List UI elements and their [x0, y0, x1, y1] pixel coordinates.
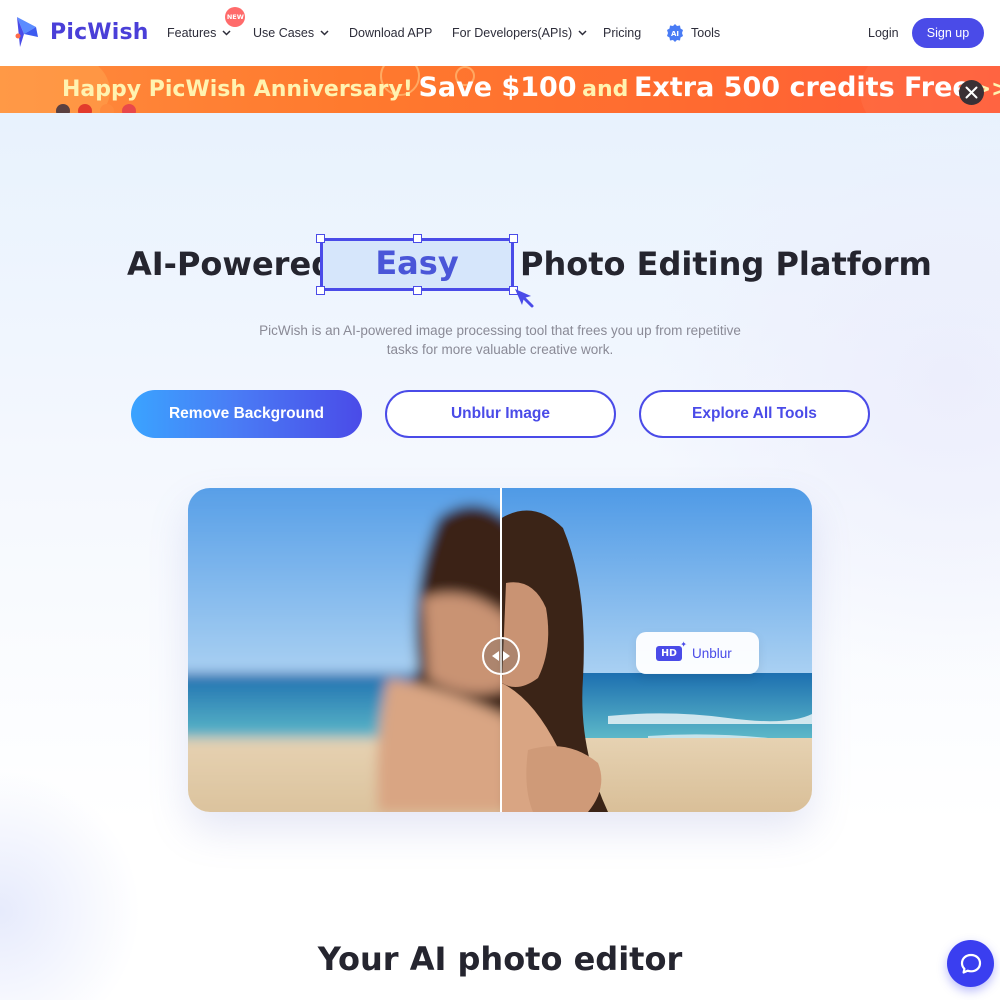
- banner-text: Happy PicWish Anniversary! Save $100 and…: [62, 72, 1000, 103]
- close-icon: [965, 86, 978, 99]
- comparison-slider-handle[interactable]: [482, 637, 520, 675]
- chevron-down-icon: [222, 30, 231, 36]
- banner-decoration: [100, 104, 114, 113]
- headline-left: AI-Powered: [127, 245, 335, 283]
- nav-use-cases-label: Use Cases: [253, 26, 315, 40]
- login-link[interactable]: Login: [868, 26, 899, 40]
- picwish-logo-icon: [15, 17, 38, 47]
- logo-text: PicWish: [50, 19, 149, 45]
- chat-icon: [960, 953, 981, 974]
- banner-text-part1: Happy PicWish Anniversary!: [62, 77, 413, 102]
- resize-handle: [413, 234, 422, 243]
- remove-background-button[interactable]: Remove Background: [131, 390, 362, 438]
- svg-text:AI: AI: [671, 30, 679, 38]
- banner-decoration: [78, 104, 92, 113]
- nav-pricing-label: Pricing: [603, 26, 642, 40]
- nav-pricing[interactable]: Pricing: [603, 26, 641, 40]
- nav-use-cases[interactable]: Use Cases: [253, 26, 329, 40]
- headline-right: Photo Editing Platform: [520, 245, 932, 283]
- unblur-image-button[interactable]: Unblur Image: [385, 390, 616, 438]
- headline-highlight-box: Easy: [320, 238, 514, 291]
- nav-tools-label: Tools: [691, 26, 721, 40]
- headline-highlight: Easy: [375, 243, 459, 282]
- new-badge: NEW: [225, 7, 246, 27]
- unblur-tag: HD ✦ Unblur: [636, 632, 759, 674]
- banner-decoration: [56, 104, 70, 113]
- promo-banner[interactable]: Happy PicWish Anniversary! Save $100 and…: [0, 66, 1000, 113]
- banner-decoration: [122, 104, 136, 113]
- banner-close-button[interactable]: [959, 80, 984, 105]
- cursor-arrow-icon: [515, 289, 534, 308]
- nav-features[interactable]: Features NEW: [167, 7, 246, 40]
- nav-download-app-label: Download APP: [349, 26, 433, 40]
- chevron-down-icon: [320, 30, 329, 36]
- nav-tools[interactable]: AI Tools: [665, 23, 720, 43]
- nav-developers[interactable]: For Developers(APIs): [452, 26, 587, 40]
- ai-icon: AI: [667, 24, 683, 42]
- chevron-down-icon: [578, 30, 587, 36]
- hero-subtitle: PicWish is an AI-powered image processin…: [259, 323, 741, 357]
- nav-developers-label: For Developers(APIs): [452, 26, 573, 40]
- sparkle-icon: ✦: [680, 639, 687, 649]
- section-title: Your AI photo editor: [317, 940, 683, 978]
- logo[interactable]: PicWish: [14, 15, 149, 49]
- unblur-tag-label: Unblur: [692, 645, 732, 661]
- signup-button[interactable]: Sign up: [912, 18, 984, 48]
- arrow-right-icon: [503, 651, 510, 661]
- resize-handle: [316, 286, 325, 295]
- banner-text-part3: and: [582, 77, 629, 102]
- hd-badge-text: HD: [661, 647, 677, 659]
- arrow-left-icon: [492, 651, 499, 661]
- hd-badge: HD ✦: [656, 640, 687, 661]
- nav-features-label: Features: [167, 26, 217, 40]
- banner-text-part2: Save $100: [418, 72, 577, 103]
- chat-support-button[interactable]: [947, 940, 994, 987]
- site-header: PicWish Features NEW Use Cases Download …: [0, 0, 1000, 66]
- nav-download-app[interactable]: Download APP: [349, 26, 432, 40]
- resize-handle: [509, 234, 518, 243]
- resize-handle: [316, 234, 325, 243]
- resize-handle: [413, 286, 422, 295]
- explore-all-tools-button[interactable]: Explore All Tools: [639, 390, 870, 438]
- banner-text-part4: Extra 500 credits Free: [633, 72, 971, 103]
